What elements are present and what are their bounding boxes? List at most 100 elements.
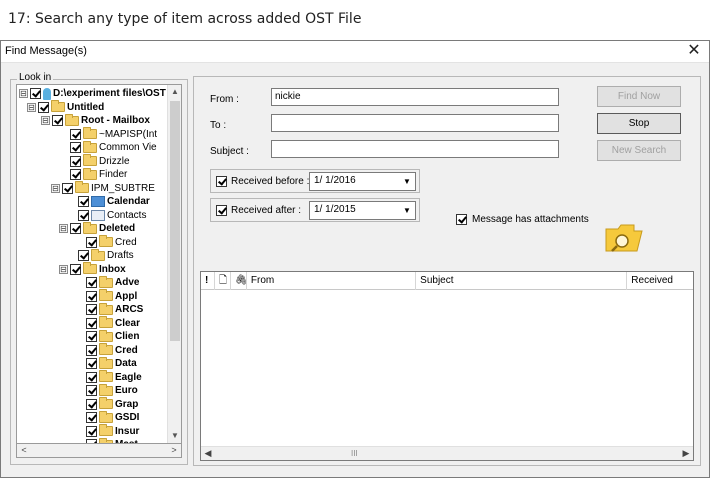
tree-item[interactable]: Cred <box>75 343 138 357</box>
tree-item[interactable]: Insur <box>75 424 139 438</box>
tree-item[interactable]: ⊟ Inbox <box>59 262 126 276</box>
tree-item-checkbox[interactable] <box>86 371 97 383</box>
from-input[interactable]: nickie <box>271 88 559 106</box>
scroll-left-icon[interactable]: < <box>17 444 31 457</box>
folder-icon <box>99 356 113 369</box>
scroll-right-icon[interactable]: ▶ <box>679 447 693 460</box>
tree-item-checkbox[interactable] <box>86 398 97 410</box>
tree-item-checkbox[interactable] <box>38 101 49 113</box>
tree-item[interactable]: Cred <box>75 235 137 249</box>
attachment-icon-column-header[interactable]: 🖇 <box>231 272 247 290</box>
tree-item-checkbox[interactable] <box>86 290 97 302</box>
tree-item[interactable]: Mast <box>75 437 138 443</box>
tree-expander-icon[interactable]: ⊟ <box>59 224 68 233</box>
tree-item[interactable]: Drafts <box>67 248 134 262</box>
tree-vertical-scrollbar[interactable]: ▲ ▼ <box>167 85 181 443</box>
importance-column-header[interactable]: ! <box>201 272 215 290</box>
tree-item[interactable]: Adve <box>75 275 139 289</box>
tree-item-checkbox[interactable] <box>86 304 97 315</box>
tree-item-checkbox[interactable] <box>52 115 63 126</box>
scroll-grip[interactable]: III <box>351 449 358 458</box>
document-icon-column-header[interactable]: 🗋 <box>215 272 231 290</box>
tree-item-checkbox[interactable] <box>70 142 81 153</box>
tree-item-checkbox[interactable] <box>86 439 97 443</box>
subject-column-header[interactable]: Subject <box>416 272 628 290</box>
from-column-header[interactable]: From <box>247 272 417 290</box>
results-horizontal-scrollbar[interactable]: ◀ III ▶ <box>201 446 693 460</box>
tree-horizontal-scrollbar[interactable]: < > <box>16 444 182 458</box>
tree-item[interactable]: ARCS <box>75 302 143 316</box>
tree-item-label: Drafts <box>107 250 134 261</box>
received-column-header[interactable]: Received <box>627 272 693 290</box>
tree-item[interactable]: GSDI <box>75 410 139 424</box>
tree-item[interactable]: Clear <box>75 316 140 330</box>
tree-item-checkbox[interactable] <box>86 344 97 356</box>
tree-item[interactable]: Finder <box>59 167 127 181</box>
tree-item[interactable]: Appl <box>75 289 138 303</box>
tree-item-label: Deleted <box>99 223 136 234</box>
received-after-date-picker[interactable]: 1/ 1/2015 ▼ <box>309 201 416 220</box>
tree-item-checkbox[interactable] <box>86 385 97 396</box>
tree-item-checkbox[interactable] <box>78 196 89 207</box>
received-after-group: Received after : 1/ 1/2015 ▼ <box>210 198 420 222</box>
tree-expander-icon[interactable]: ⊟ <box>19 89 28 98</box>
tree-item-checkbox[interactable] <box>62 182 73 194</box>
tree-item-checkbox[interactable] <box>86 358 97 369</box>
tree-item[interactable]: Euro <box>75 383 138 397</box>
tree-item-checkbox[interactable] <box>70 169 81 180</box>
received-before-date-picker[interactable]: 1/ 1/2016 ▼ <box>309 172 416 191</box>
tree-item-checkbox[interactable] <box>86 412 97 423</box>
tree-item[interactable]: Calendar <box>67 195 150 208</box>
tree-item[interactable]: Common Vie <box>59 140 157 154</box>
to-input[interactable] <box>271 114 559 132</box>
tree-item-checkbox[interactable] <box>78 250 89 261</box>
scroll-down-icon[interactable]: ▼ <box>168 429 181 443</box>
tree-expander-icon[interactable]: ⊟ <box>51 183 60 193</box>
tree-item-checkbox[interactable] <box>30 88 41 99</box>
tree-item[interactable]: ⊟ Untitled <box>27 100 104 114</box>
tree-expander-icon[interactable]: ⊟ <box>59 264 68 274</box>
folder-icon <box>91 248 105 261</box>
tree-item[interactable]: Drizzle <box>59 154 130 168</box>
scroll-right-icon[interactable]: > <box>167 444 181 457</box>
tree-item[interactable]: Eagle <box>75 370 142 384</box>
scroll-up-icon[interactable]: ▲ <box>168 85 181 99</box>
stop-button[interactable]: Stop <box>597 113 681 134</box>
tree-item-checkbox[interactable] <box>70 155 81 167</box>
tree-scroll-thumb[interactable] <box>170 101 180 341</box>
tree-item-checkbox[interactable] <box>70 128 81 140</box>
tree-item[interactable]: Contacts <box>67 209 146 222</box>
tree-item[interactable]: ⊟ IPM_SUBTRE <box>51 181 155 195</box>
results-list[interactable]: ! 🗋 🖇 From Subject Received ◀ III ▶ <box>200 271 694 461</box>
results-header: ! 🗋 🖇 From Subject Received <box>201 272 693 290</box>
tree-expander-icon[interactable]: ⊟ <box>41 116 50 125</box>
find-now-button[interactable]: Find Now <box>597 86 681 107</box>
tree-item[interactable]: Clien <box>75 329 139 343</box>
chevron-down-icon[interactable]: ▼ <box>400 174 414 189</box>
tree-item[interactable]: ⊟ Root - Mailbox <box>41 113 150 127</box>
has-attachments-checkbox[interactable] <box>456 214 467 225</box>
tree-item-checkbox[interactable] <box>70 223 81 234</box>
close-button[interactable]: ✕ <box>685 42 703 60</box>
tree-item[interactable]: Data <box>75 356 137 370</box>
received-after-checkbox[interactable] <box>216 205 227 216</box>
tree-item-label: Appl <box>115 290 138 302</box>
chevron-down-icon[interactable]: ▼ <box>400 203 414 218</box>
subject-input[interactable] <box>271 140 559 158</box>
tree-item-checkbox[interactable] <box>86 331 97 342</box>
scroll-left-icon[interactable]: ◀ <box>201 447 215 460</box>
folder-tree[interactable]: ⊟ D:\experiment files\OST ⊟ Untitled ⊟ Root -… <box>16 84 182 444</box>
tree-item-checkbox[interactable] <box>86 317 97 329</box>
tree-item-checkbox[interactable] <box>86 425 97 437</box>
tree-expander-icon[interactable]: ⊟ <box>27 102 36 112</box>
tree-item-checkbox[interactable] <box>86 277 97 288</box>
new-search-button[interactable]: New Search <box>597 140 681 161</box>
tree-item[interactable]: Grap <box>75 397 138 411</box>
tree-item[interactable]: ⊟ Deleted <box>59 221 136 235</box>
tree-item[interactable]: ⊟ D:\experiment files\OST <box>19 87 166 100</box>
tree-item[interactable]: ~MAPISP(Int <box>59 127 157 141</box>
tree-item-checkbox[interactable] <box>70 263 81 275</box>
tree-item-checkbox[interactable] <box>86 236 97 248</box>
tree-item-checkbox[interactable] <box>78 209 89 221</box>
received-before-checkbox[interactable] <box>216 176 227 187</box>
